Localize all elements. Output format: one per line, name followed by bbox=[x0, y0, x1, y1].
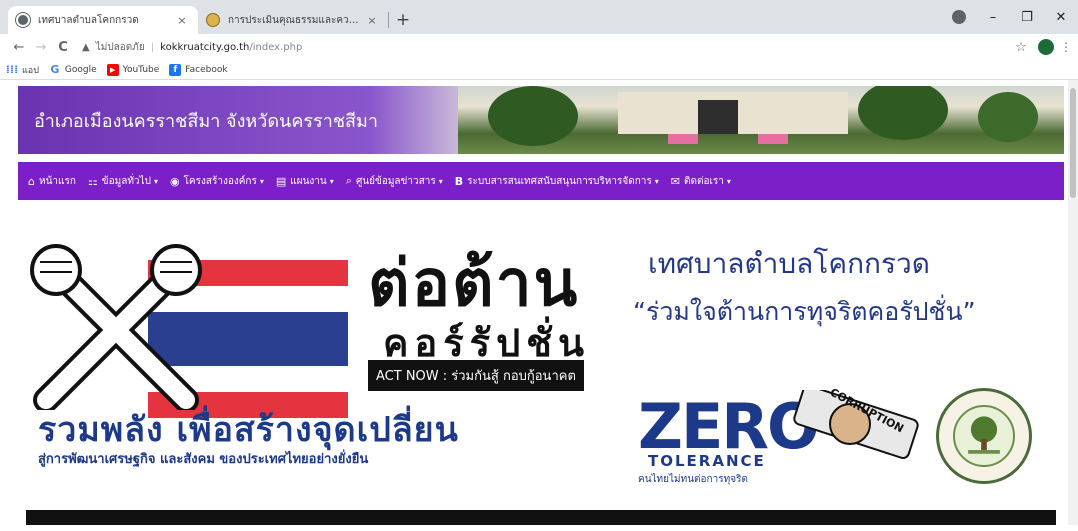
maximize-button[interactable]: ❐ bbox=[1010, 10, 1044, 25]
close-window-button[interactable]: ✕ bbox=[1044, 10, 1078, 25]
tree-icon bbox=[968, 416, 1000, 454]
bookmark-label: Google bbox=[64, 64, 97, 75]
page-content: อำเภอเมืองนครราชสีมา จังหวัดนครราชสีมา ⌂… bbox=[0, 80, 1078, 525]
tab-close-icon[interactable]: × bbox=[364, 14, 380, 27]
nav-label: โครงสร้างองค์กร bbox=[183, 175, 257, 187]
tab-active[interactable]: เทศบาลตำบลโคกกรวด × bbox=[8, 6, 198, 34]
record-icon[interactable] bbox=[952, 10, 966, 24]
window-controls: – ❐ ✕ bbox=[942, 0, 1078, 34]
youtube-icon: ▶ bbox=[106, 63, 119, 76]
book-icon: ▤ bbox=[275, 174, 287, 188]
browser-toolbar: ← → C ▲ ไม่ปลอดภัย | kokkruatcity.go.th … bbox=[0, 34, 1078, 60]
motto: “ร่วมใจต้านการทุจริตคอรัปชั่น” bbox=[633, 297, 976, 326]
google-icon: G bbox=[48, 63, 61, 76]
insecure-label: ไม่ปลอดภัย bbox=[95, 41, 145, 53]
nav-general-info[interactable]: ⚏ ข้อมูลทั่วไป ▾ bbox=[88, 174, 158, 189]
site-navbar: ⌂ หน้าแรก ⚏ ข้อมูลทั่วไป ▾ ◉ โครงสร้างอง… bbox=[18, 162, 1064, 200]
mail-icon: ✉ bbox=[670, 174, 680, 188]
municipality-seal bbox=[936, 388, 1032, 484]
chevron-down-icon: ▾ bbox=[726, 176, 731, 186]
nav-label: แผนงาน bbox=[290, 175, 327, 187]
tree bbox=[488, 86, 578, 146]
nav-org-structure[interactable]: ◉ โครงสร้างองค์กร ▾ bbox=[170, 174, 264, 189]
tab-close-icon[interactable]: × bbox=[174, 14, 190, 27]
bookmark-star-icon[interactable]: ☆ bbox=[1010, 40, 1032, 55]
banner-title: อำเภอเมืองนครราชสีมา จังหวัดนครราชสีมา bbox=[34, 111, 379, 132]
flower-planter bbox=[668, 134, 698, 144]
chevron-down-icon: ▾ bbox=[438, 176, 443, 186]
black-bar bbox=[26, 510, 1056, 525]
menu-kebab-icon[interactable]: ⋮ bbox=[1060, 40, 1072, 54]
nav-home[interactable]: ⌂ หน้าแรก bbox=[28, 174, 76, 189]
back-button[interactable]: ← bbox=[8, 40, 30, 55]
building-doorway bbox=[698, 100, 738, 134]
url-path: /index.php bbox=[249, 41, 303, 53]
chevron-down-icon: ▾ bbox=[654, 176, 659, 186]
zero-tolerance-logo: ZERO TOLERANCE คนไทยไม่ทนต่อการทุจริต CO… bbox=[638, 386, 928, 500]
profile-avatar[interactable] bbox=[1038, 39, 1054, 55]
nav-plans[interactable]: ▤ แผนงาน ▾ bbox=[276, 174, 334, 189]
minimize-button[interactable]: – bbox=[976, 10, 1010, 25]
sitemap-icon: ⚏ bbox=[87, 174, 98, 188]
tab-title: เทศบาลตำบลโคกกรวด bbox=[38, 14, 139, 26]
address-separator: | bbox=[150, 41, 155, 53]
bookmark-apps[interactable]: ⁞⁞⁞ แอป bbox=[6, 63, 39, 77]
act-now-label: ACT NOW : ร่วมกันสู้ กอบกู้อนาคต bbox=[368, 360, 584, 391]
tab-strip: เทศบาลตำบลโคกกรวด × การประเมินคุณธรรมและ… bbox=[0, 0, 1078, 34]
nav-label: ข้อมูลทั่วไป bbox=[101, 175, 151, 187]
new-tab-button[interactable]: + bbox=[389, 6, 417, 34]
slogan-sub: สู่การพัฒนาเศรษฐกิจ และสังคม ของประเทศไท… bbox=[38, 452, 369, 467]
bookmark-label: YouTube bbox=[122, 64, 160, 75]
nav-label: ศูนย์ข้อมูลข่าวสาร bbox=[355, 175, 436, 187]
nav-label: ระบบสารสนเทศสนับสนุนการบริหารจัดการ bbox=[467, 175, 652, 187]
address-bar[interactable]: ▲ ไม่ปลอดภัย | kokkruatcity.go.th /index… bbox=[74, 36, 1010, 58]
facebook-icon: f bbox=[169, 63, 182, 76]
municipality-name: เทศบาลตำบลโคกกรวด bbox=[648, 247, 930, 280]
apps-icon: ⁞⁞⁞ bbox=[5, 63, 19, 76]
tab-title: การประเมินคุณธรรมและความโปร่งใสการ bbox=[228, 14, 364, 26]
bold-b-icon: B bbox=[454, 174, 464, 188]
reload-button[interactable]: C bbox=[52, 40, 74, 55]
bookmark-facebook[interactable]: f Facebook bbox=[169, 63, 228, 76]
scrollbar-thumb[interactable] bbox=[1070, 88, 1076, 198]
chevron-down-icon: ▾ bbox=[153, 176, 158, 186]
zero-tolerance-subtitle: คนไทยไม่ทนต่อการทุจริต bbox=[638, 474, 748, 485]
emblem-icon bbox=[206, 13, 220, 27]
tree bbox=[978, 92, 1038, 142]
search-icon: ⌕ bbox=[345, 174, 352, 187]
bookmark-label: แอป bbox=[22, 65, 39, 76]
seal-emblem bbox=[953, 405, 1015, 467]
home-icon: ⌂ bbox=[28, 174, 35, 188]
nav-contact[interactable]: ✉ ติดต่อเรา ▾ bbox=[671, 174, 731, 189]
chevron-down-icon: ▾ bbox=[259, 176, 264, 186]
page-scrollbar[interactable] bbox=[1068, 80, 1078, 525]
flower-planter bbox=[758, 134, 788, 144]
bookmark-google[interactable]: G Google bbox=[48, 63, 97, 76]
nav-label: ติดต่อเรา bbox=[683, 175, 724, 187]
site-header-banner: อำเภอเมืองนครราชสีมา จังหวัดนครราชสีมา bbox=[18, 86, 1064, 154]
globe-icon bbox=[16, 13, 30, 27]
warning-icon[interactable]: ▲ bbox=[82, 42, 90, 53]
forward-button[interactable]: → bbox=[30, 40, 52, 55]
bookmark-youtube[interactable]: ▶ YouTube bbox=[106, 63, 160, 76]
nav-info-systems[interactable]: B ระบบสารสนเทศสนับสนุนการบริหารจัดการ ▾ bbox=[455, 174, 659, 189]
url-host: kokkruatcity.go.th bbox=[160, 41, 250, 53]
crossed-fists-icon bbox=[30, 244, 202, 410]
nav-info-center[interactable]: ⌕ ศูนย์ข้อมูลข่าวสาร ▾ bbox=[346, 174, 443, 189]
chevron-down-icon: ▾ bbox=[329, 176, 334, 186]
anti-corruption-banner: ต่อต้าน คอร์รัปชั่น ACT NOW : ร่วมกันสู้… bbox=[18, 220, 1064, 500]
browser-chrome: เทศบาลตำบลโคกกรวด × การประเมินคุณธรรมและ… bbox=[0, 0, 1078, 80]
user-icon: ◉ bbox=[169, 174, 180, 188]
nav-label: หน้าแรก bbox=[38, 175, 76, 187]
tab-inactive[interactable]: การประเมินคุณธรรมและความโปร่งใสการ × bbox=[198, 6, 388, 34]
bookmark-label: Facebook bbox=[185, 64, 228, 75]
tolerance-word: TOLERANCE bbox=[648, 452, 766, 470]
bookmarks-bar: ⁞⁞⁞ แอป G Google ▶ YouTube f Facebook bbox=[0, 60, 1078, 80]
